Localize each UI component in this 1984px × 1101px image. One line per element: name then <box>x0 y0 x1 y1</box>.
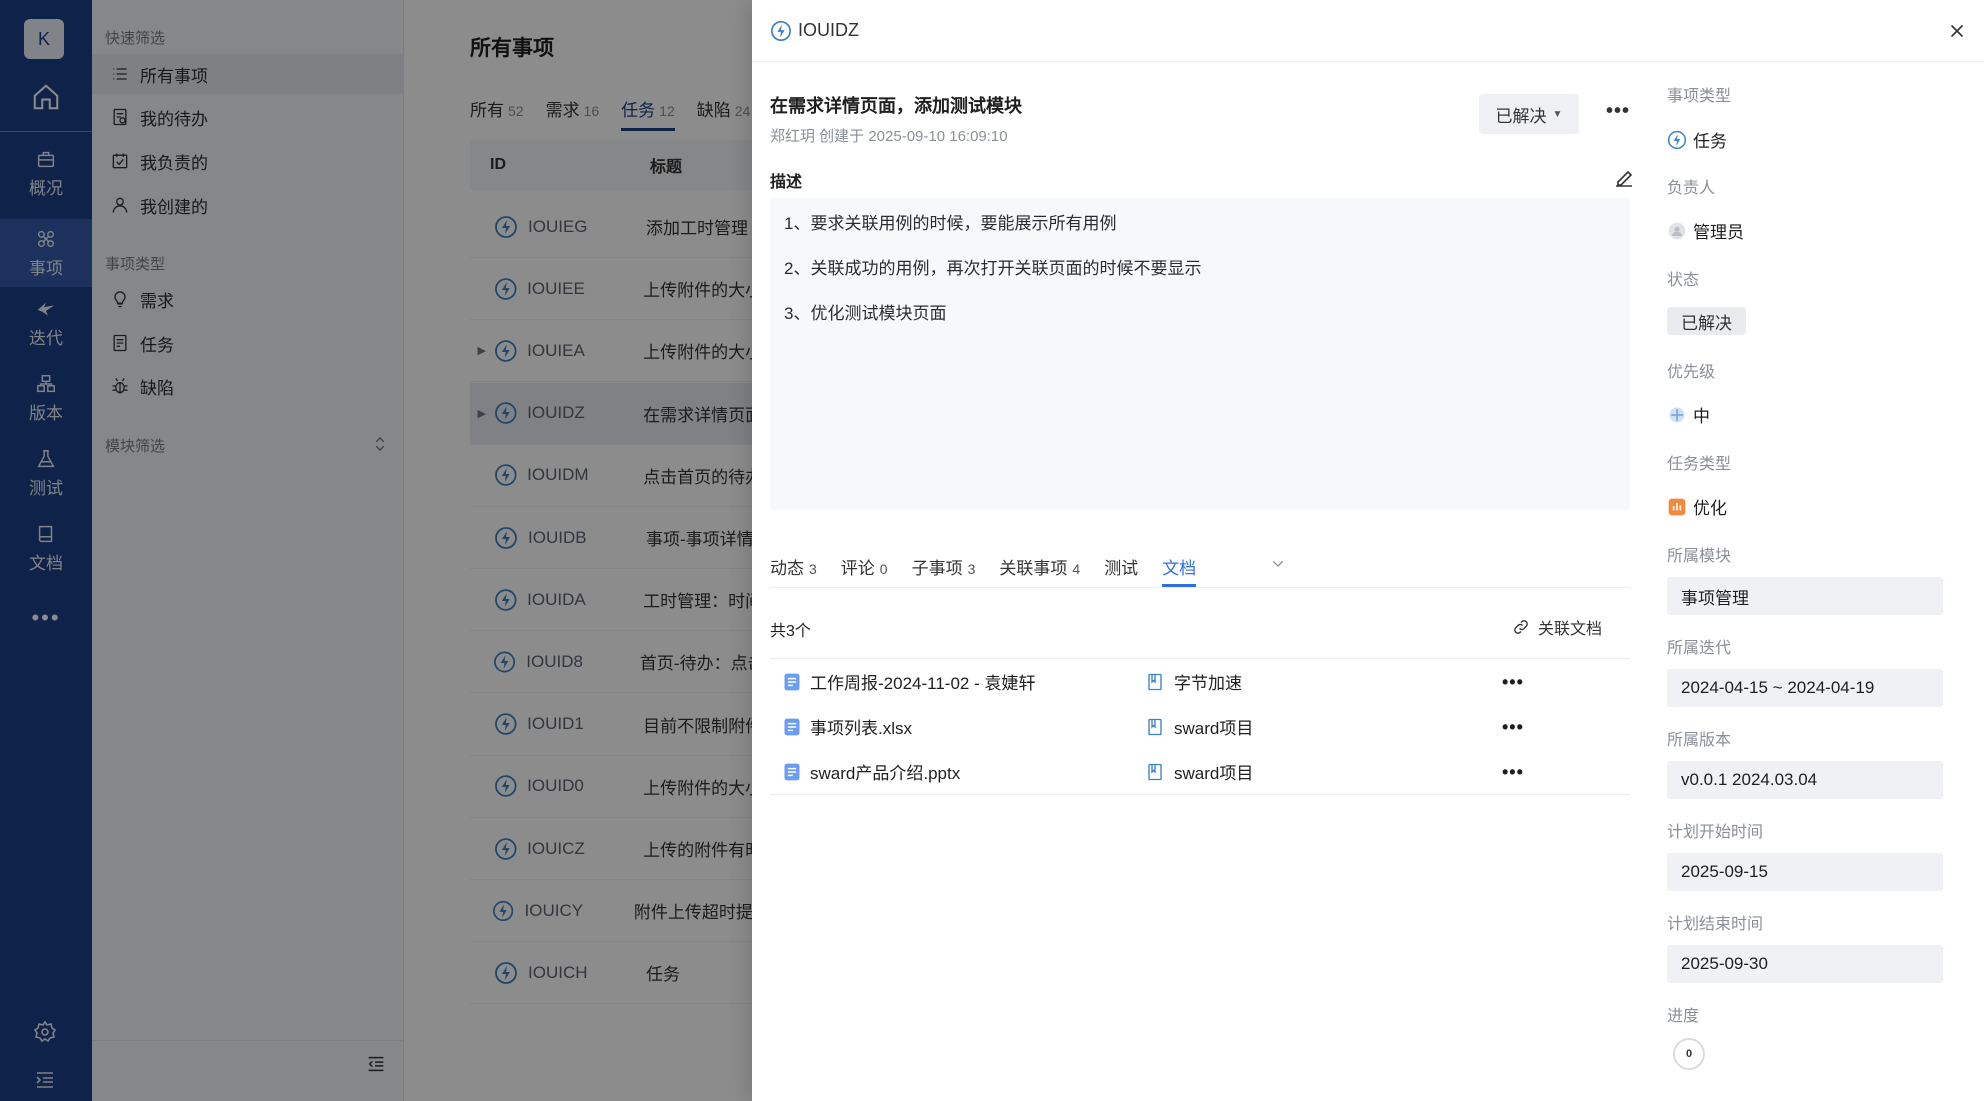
field-value: 任务 <box>1693 132 1727 151</box>
field-label: 计划开始时间 <box>1667 824 1764 841</box>
tab-count: 3 <box>809 561 817 577</box>
more-actions-icon[interactable]: ••• <box>1606 101 1630 121</box>
plan-start-date-field[interactable]: 2025-09-15 <box>1667 853 1943 891</box>
field-value: 优化 <box>1693 499 1727 518</box>
status-dropdown-button[interactable]: 已解决 ▼ <box>1479 94 1579 134</box>
field-label: 负责人 <box>1667 180 1716 197</box>
field-label: 计划结束时间 <box>1667 916 1764 933</box>
drawer-header: IOUIDZ <box>752 0 1984 62</box>
description-line: 1、要求关联用例的时候，要能展示所有用例 <box>784 214 1117 233</box>
document-icon <box>784 673 800 690</box>
status-button-label: 已解决 <box>1495 106 1547 126</box>
tab-label: 子事项 <box>911 559 963 578</box>
more-actions-icon[interactable]: ••• <box>1502 763 1524 781</box>
tabs-divider <box>770 587 1630 588</box>
progress-circle[interactable]: 0 <box>1673 1038 1705 1070</box>
repository-name[interactable]: 字节加速 <box>1174 669 1502 694</box>
tab-activity[interactable]: 动态 3 <box>770 554 817 587</box>
document-row[interactable]: 事项列表.xlsx sward项目 ••• <box>770 704 1630 749</box>
tab-label: 动态 <box>770 559 804 578</box>
field-owner[interactable]: 管理员 <box>1667 218 1744 243</box>
issue-meta: 郑红玥 创建于 2025-09-10 16:09:10 <box>770 128 1008 145</box>
tab-sub-issues[interactable]: 子事项 3 <box>912 554 976 587</box>
optimize-icon <box>1668 498 1686 515</box>
task-icon <box>1667 130 1687 149</box>
tab-comments[interactable]: 评论 0 <box>841 554 888 587</box>
priority-medium-icon <box>1669 407 1685 422</box>
field-label: 进度 <box>1667 1008 1700 1025</box>
description-line: 2、关联成功的用例，再次打开关联页面的时候不要显示 <box>784 259 1202 278</box>
task-icon <box>771 21 791 41</box>
field-label: 所属迭代 <box>1667 640 1732 657</box>
field-label: 优先级 <box>1667 364 1716 381</box>
repository-icon <box>1148 718 1162 735</box>
description-label: 描述 <box>770 174 803 191</box>
tab-label: 文档 <box>1162 559 1197 578</box>
version-select[interactable]: v0.0.1 2024.03.04 <box>1667 761 1943 799</box>
tab-documents[interactable]: 文档 <box>1162 554 1197 587</box>
description-box[interactable]: 1、要求关联用例的时候，要能展示所有用例 2、关联成功的用例，再次打开关联页面的… <box>770 198 1630 510</box>
document-row[interactable]: sward产品介绍.pptx sward项目 ••• <box>770 749 1630 794</box>
document-total: 共3个 <box>770 623 811 640</box>
tab-test[interactable]: 测试 <box>1104 554 1138 587</box>
field-label: 所属模块 <box>1667 548 1732 565</box>
document-name[interactable]: sward产品介绍.pptx <box>810 759 1146 784</box>
chevron-down-icon: ▼ <box>1552 108 1563 120</box>
tab-label: 评论 <box>840 559 875 578</box>
document-icon <box>784 718 800 735</box>
edit-icon[interactable] <box>1612 166 1636 190</box>
plan-end-date-field[interactable]: 2025-09-30 <box>1667 945 1943 983</box>
chevron-down-icon[interactable] <box>1270 556 1286 572</box>
repository-name[interactable]: sward项目 <box>1174 714 1502 739</box>
repository-icon <box>1148 673 1162 690</box>
document-name[interactable]: 工作周报-2024-11-02 - 袁婕轩 <box>810 669 1146 694</box>
more-actions-icon[interactable]: ••• <box>1502 673 1524 691</box>
issue-detail-drawer: IOUIDZ 在需求详情页面，添加测试模块 郑红玥 创建于 2025-09-10… <box>752 0 1984 1101</box>
drawer-issue-id: IOUIDZ <box>798 20 859 40</box>
tab-count: 4 <box>1072 561 1081 577</box>
field-label: 事项类型 <box>1667 88 1732 105</box>
repository-name[interactable]: sward项目 <box>1174 759 1502 784</box>
field-issue-type[interactable]: 任务 <box>1667 127 1727 152</box>
description-line: 3、优化测试模块页面 <box>784 304 947 323</box>
field-priority[interactable]: 中 <box>1667 402 1710 427</box>
tab-label: 关联事项 <box>999 559 1068 578</box>
field-label: 所属版本 <box>1667 732 1732 749</box>
more-actions-icon[interactable]: ••• <box>1502 718 1524 736</box>
doc-row-divider <box>770 794 1630 795</box>
tab-count: 3 <box>967 561 976 577</box>
tab-label: 测试 <box>1104 559 1139 578</box>
modal-backdrop[interactable] <box>0 0 752 1101</box>
avatar <box>1668 222 1686 239</box>
field-label: 状态 <box>1667 272 1700 289</box>
field-task-type[interactable]: 优化 <box>1667 494 1727 519</box>
detail-tabs: 动态 3 评论 0 子事项 3 关联事项 4 测试 文档 <box>770 554 1197 587</box>
repository-icon <box>1148 763 1162 780</box>
link-icon <box>1514 620 1528 634</box>
document-icon <box>784 763 800 780</box>
status-badge[interactable]: 已解决 <box>1667 307 1746 335</box>
link-document-label: 关联文档 <box>1538 621 1603 638</box>
document-row[interactable]: 工作周报-2024-11-02 - 袁婕轩 字节加速 ••• <box>770 659 1630 704</box>
link-document-button[interactable]: 关联文档 <box>1512 615 1602 639</box>
field-value: 中 <box>1693 407 1710 426</box>
issue-title[interactable]: 在需求详情页面，添加测试模块 <box>770 92 1022 118</box>
close-icon[interactable] <box>1946 20 1968 42</box>
tab-linked-issues[interactable]: 关联事项 4 <box>999 554 1080 587</box>
field-value: 管理员 <box>1693 223 1744 242</box>
document-name[interactable]: 事项列表.xlsx <box>810 714 1146 739</box>
sprint-select[interactable]: 2024-04-15 ~ 2024-04-19 <box>1667 669 1943 707</box>
module-select[interactable]: 事项管理 <box>1667 577 1943 615</box>
tab-count: 0 <box>879 561 888 577</box>
field-label: 任务类型 <box>1667 456 1732 473</box>
